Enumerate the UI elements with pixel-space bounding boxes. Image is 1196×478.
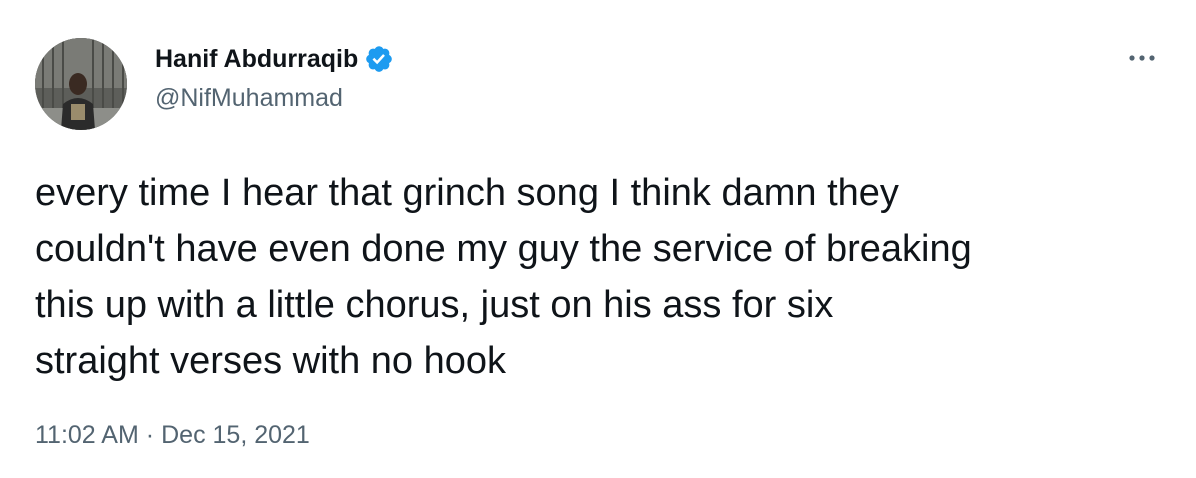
tweet-text: every time I hear that grinch song I thi…: [35, 165, 1175, 389]
display-name[interactable]: Hanif Abdurraqib: [155, 42, 358, 76]
tweet-date[interactable]: Dec 15, 2021: [161, 421, 310, 449]
author-handle[interactable]: @NifMuhammad: [155, 82, 343, 114]
verified-badge-icon: [364, 44, 394, 74]
tweet-text-line: couldn't have even done my guy the servi…: [35, 228, 972, 270]
tweet-text-line: this up with a little chorus, just on hi…: [35, 284, 834, 326]
tweet-timestamp[interactable]: 11:02 AM · Dec 15, 2021: [35, 418, 310, 452]
avatar[interactable]: [35, 38, 127, 130]
more-options-button[interactable]: [1118, 38, 1166, 78]
tweet-card: Hanif Abdurraqib @NifMuhammad every time…: [0, 0, 1196, 478]
author-name-row[interactable]: Hanif Abdurraqib: [155, 42, 394, 76]
tweet-text-line: straight verses with no hook: [35, 340, 507, 382]
tweet-time[interactable]: 11:02 AM: [35, 421, 139, 449]
avatar-photo-icon: [35, 38, 127, 130]
timestamp-separator: ·: [145, 421, 155, 449]
tweet-text-line: every time I hear that grinch song I thi…: [35, 172, 899, 214]
more-options-icon: [1129, 55, 1155, 61]
